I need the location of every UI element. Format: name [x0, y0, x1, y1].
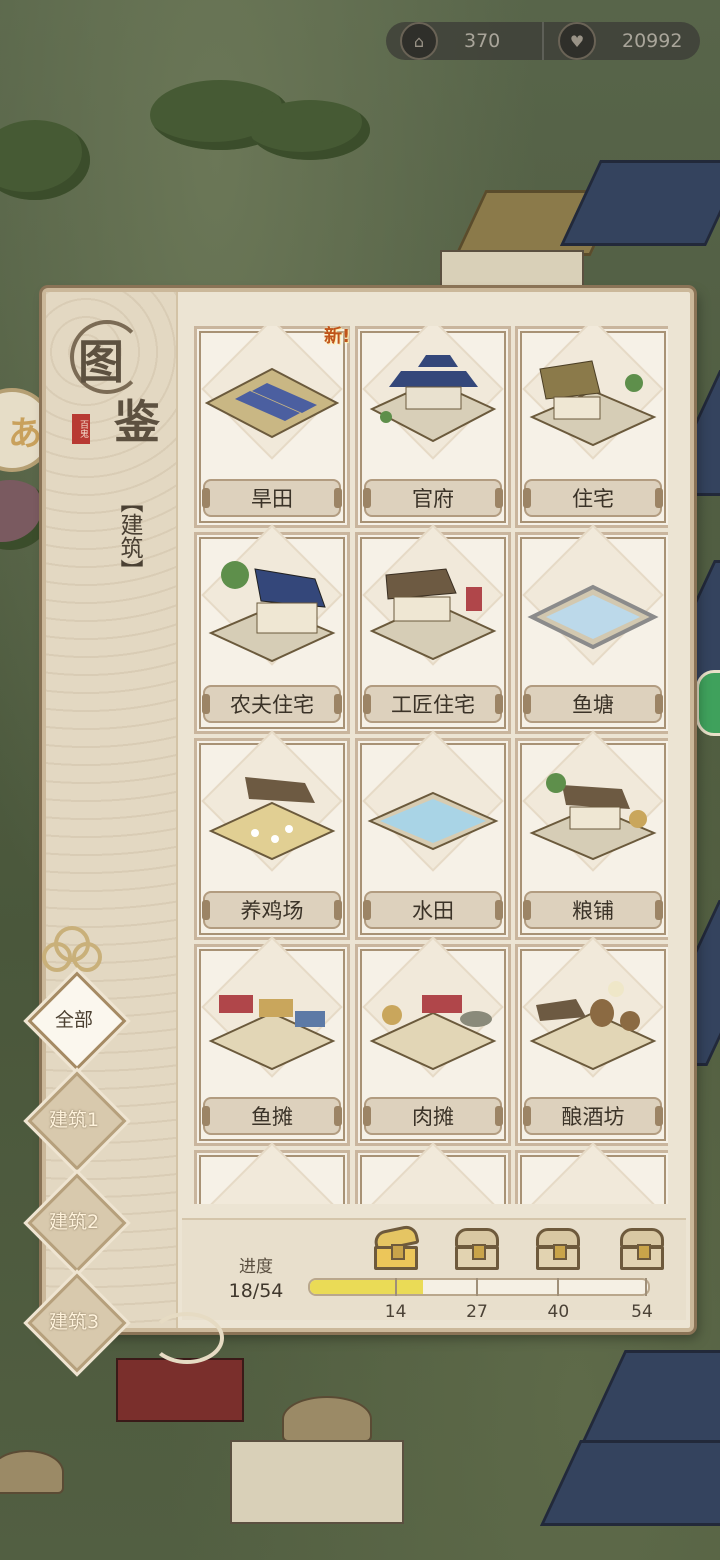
meat-stall-illustration: [369, 995, 497, 1071]
progress-fill: [310, 1280, 423, 1294]
filter-tab-label: 全部: [54, 1008, 93, 1031]
milestone-label: 40: [547, 1302, 570, 1322]
resource-heart: ♥ 20992: [542, 22, 700, 60]
milestone-tick: [394, 1278, 397, 1296]
codex-panel: 图 鉴 百鬼 【建筑】 新! 旱田 官府 住宅农夫住宅 工匠住宅 鱼塘养鸡场 水田 粮铺鱼摊…: [42, 288, 694, 1332]
filter-tab-label: 建筑1: [48, 1108, 100, 1131]
building-name: 官府: [363, 479, 503, 517]
building-card-fish-stall[interactable]: 鱼摊: [194, 936, 350, 1146]
fish-stall-illustration: [208, 995, 336, 1071]
building-card-paddy-field[interactable]: 水田: [355, 730, 511, 940]
knot-ornament-icon: [42, 926, 102, 974]
building-card-hidden[interactable]: [194, 1142, 350, 1204]
building-card-farmer-house[interactable]: 农夫住宅: [194, 524, 350, 734]
building-card-hidden[interactable]: [355, 1142, 511, 1204]
craftsman-house-illustration: [369, 568, 497, 661]
milestone-tick: [476, 1278, 478, 1296]
milestone-label: 54: [631, 1302, 653, 1322]
codex-title: 图 鉴 百鬼: [64, 314, 164, 449]
building-card-grain-shop[interactable]: 粮铺: [515, 730, 668, 940]
building-name: 肉摊: [363, 1097, 503, 1135]
dry-field-illustration: [205, 367, 339, 439]
milestone-label: 14: [384, 1302, 407, 1322]
milestone-label: 27: [466, 1302, 488, 1322]
reward-chest-icon[interactable]: [536, 1228, 581, 1270]
building-name: 鱼塘: [523, 685, 663, 723]
building-name: 水田: [363, 891, 503, 929]
paddy-field-illustration: [367, 791, 499, 851]
collection-progress: 进度 18/54 14 27 40 54: [182, 1218, 686, 1322]
resource-bar: ⌂ 370 ♥ 20992: [386, 22, 700, 60]
filter-tab-label: 建筑3: [48, 1310, 100, 1333]
progress-value: 18/54: [228, 1280, 284, 1302]
government-office-illustration: [369, 355, 497, 443]
building-card-hidden[interactable]: [515, 1142, 668, 1204]
card-backdrop: [522, 1142, 664, 1204]
card-backdrop: [362, 1142, 504, 1204]
building-card-dry-field[interactable]: 旱田: [194, 326, 350, 528]
title-char-1: 图: [78, 335, 124, 389]
farmer-house-illustration: [208, 561, 336, 663]
chicken-farm-illustration: [208, 777, 336, 861]
reward-chest-icon[interactable]: [620, 1228, 664, 1270]
category-label: 【建筑】: [116, 490, 142, 582]
hall-icon: ⌂: [400, 22, 438, 60]
building-card-chicken-farm[interactable]: 养鸡场: [194, 730, 350, 940]
title-char-2: 鉴: [114, 395, 160, 449]
reward-chest-icon[interactable]: [455, 1228, 499, 1270]
filter-tab-label: 建筑2: [48, 1210, 100, 1233]
resource-hall: ⌂ 370: [386, 22, 542, 60]
building-card-craftsman-house[interactable]: 工匠住宅: [355, 524, 511, 734]
progress-label: 进度: [239, 1257, 273, 1277]
building-card-residence[interactable]: 住宅: [515, 326, 668, 528]
filter-tab[interactable]: 全部: [27, 971, 127, 1071]
building-card-fish-pond[interactable]: 鱼塘: [515, 524, 668, 734]
fish-pond-illustration: [527, 584, 659, 650]
building-name: 工匠住宅: [363, 685, 503, 723]
codex-sidebar: 图 鉴 百鬼 【建筑】: [46, 292, 178, 1328]
filter-tab[interactable]: 建筑2: [27, 1173, 127, 1273]
reward-chest-icon[interactable]: [372, 1223, 420, 1270]
building-name: 酿酒坊: [523, 1097, 663, 1135]
new-badge: 新!: [324, 326, 351, 347]
building-name: 住宅: [523, 479, 663, 517]
building-card-brewery[interactable]: 酿酒坊: [515, 936, 668, 1146]
side-green-button[interactable]: [696, 670, 720, 736]
building-card-meat-stall[interactable]: 肉摊: [355, 936, 511, 1146]
heart-icon: ♥: [558, 22, 596, 60]
building-name: 养鸡场: [202, 891, 342, 929]
grain-shop-illustration: [529, 773, 657, 861]
hall-count: 370: [464, 30, 501, 52]
red-seal-stamp: 百鬼: [72, 414, 90, 444]
filter-tab[interactable]: 建筑3: [27, 1273, 127, 1373]
building-card-government-office[interactable]: 官府: [355, 326, 511, 528]
scroll-curl-ornament: [150, 1312, 224, 1364]
heart-count: 20992: [622, 30, 683, 52]
milestone-tick: [557, 1278, 560, 1296]
card-backdrop: [201, 1142, 343, 1204]
residence-illustration: [529, 360, 657, 447]
building-grid: 新! 旱田 官府 住宅农夫住宅 工匠住宅 鱼塘养鸡场 水田 粮铺鱼摊 肉摊 酿酒坊: [194, 326, 668, 1204]
building-name: 旱田: [202, 479, 342, 517]
milestone-tick: [645, 1278, 647, 1296]
filter-tab[interactable]: 建筑1: [27, 1071, 127, 1171]
side-menu-glyph: あ: [8, 413, 42, 454]
brewery-illustration: [529, 981, 657, 1071]
progress-track: [308, 1278, 650, 1296]
building-name: 鱼摊: [202, 1097, 342, 1135]
building-name: 粮铺: [523, 891, 663, 929]
building-name: 农夫住宅: [202, 685, 342, 723]
